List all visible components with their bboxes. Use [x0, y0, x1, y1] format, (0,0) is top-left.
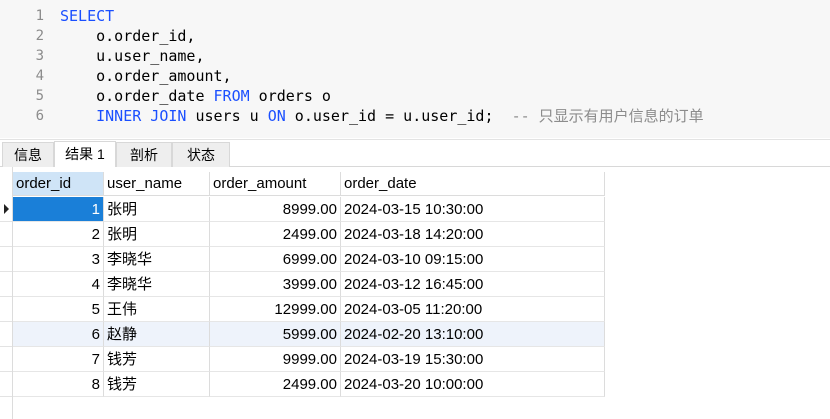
cell-order-id[interactable]: 1	[13, 197, 104, 222]
cell-order-amount[interactable]: 9999.00	[210, 347, 341, 372]
row-header[interactable]	[0, 322, 12, 347]
sql-keyword: SELECT	[60, 7, 115, 25]
code-line[interactable]: 5 o.order_date FROM orders o	[0, 86, 830, 106]
row-header[interactable]	[0, 247, 12, 272]
cell-order-amount[interactable]: 6999.00	[210, 247, 341, 272]
cell-user-name[interactable]: 张明	[104, 222, 210, 247]
cell-order-date[interactable]: 2024-02-20 13:10:00	[341, 322, 605, 347]
table-row[interactable]: 5 王伟 12999.00 2024-03-05 11:20:00	[13, 297, 605, 322]
current-row-pointer-icon	[4, 204, 9, 214]
sql-token: o.order_amount,	[60, 67, 232, 85]
cell-order-amount[interactable]: 2499.00	[210, 222, 341, 247]
line-number: 6	[35, 108, 44, 124]
cell-order-date[interactable]: 2024-03-15 10:30:00	[341, 197, 605, 222]
sql-keyword: INNER JOIN	[96, 107, 187, 125]
tab-0[interactable]: 信息	[2, 142, 54, 167]
cell-user-name[interactable]: 王伟	[104, 297, 210, 322]
cell-order-amount[interactable]: 3999.00	[210, 272, 341, 297]
sql-token: orders o	[249, 87, 331, 105]
cell-user-name[interactable]: 李晓华	[104, 247, 210, 272]
code-text: o.order_amount,	[60, 66, 232, 86]
column-header-order-id[interactable]: order_id	[13, 172, 104, 196]
sql-keyword: FROM	[213, 87, 250, 105]
cell-order-amount[interactable]: 8999.00	[210, 197, 341, 222]
cell-order-id[interactable]: 5	[13, 297, 104, 322]
column-header-order-date[interactable]: order_date	[341, 172, 605, 196]
code-text: o.order_id,	[60, 26, 195, 46]
cell-user-name[interactable]: 李晓华	[104, 272, 210, 297]
sql-token: o.user_id = u.user_id;	[285, 107, 512, 125]
table-row[interactable]: 1 张明 8999.00 2024-03-15 10:30:00	[13, 197, 605, 222]
sql-comment: -- 只显示有用户信息的订单	[511, 107, 704, 125]
code-text: SELECT	[60, 6, 114, 26]
cell-order-id[interactable]: 3	[13, 247, 104, 272]
cell-order-date[interactable]: 2024-03-05 11:20:00	[341, 297, 605, 322]
sql-token: o.order_date	[60, 87, 214, 105]
cell-order-date[interactable]: 2024-03-10 09:15:00	[341, 247, 605, 272]
line-number: 4	[35, 68, 44, 84]
table-row[interactable]: 8 钱芳 2499.00 2024-03-20 10:00:00	[13, 372, 605, 397]
table-row[interactable]: 4 李晓华 3999.00 2024-03-12 16:45:00	[13, 272, 605, 297]
cell-order-id[interactable]: 6	[13, 322, 104, 347]
result-tab-bar: 信息 结果 1 剖析 状态	[0, 139, 830, 168]
sql-token: o.order_id,	[60, 27, 196, 45]
code-line[interactable]: 2 o.order_id,	[0, 26, 830, 46]
code-line[interactable]: 3 u.user_name,	[0, 46, 830, 66]
code-text: o.order_date FROM orders o	[60, 86, 331, 106]
cell-order-amount[interactable]: 2499.00	[210, 372, 341, 397]
row-header[interactable]	[0, 272, 12, 297]
code-text: INNER JOIN users u ON o.user_id = u.user…	[60, 106, 704, 126]
sql-keyword: ON	[267, 107, 286, 125]
code-line[interactable]: 1 SELECT	[0, 6, 830, 26]
table-row[interactable]: 3 李晓华 6999.00 2024-03-10 09:15:00	[13, 247, 605, 272]
line-number: 3	[35, 48, 44, 64]
row-header[interactable]	[0, 297, 12, 322]
line-number: 1	[35, 8, 44, 24]
line-number: 2	[35, 28, 44, 44]
line-number: 5	[35, 88, 44, 104]
result-grid[interactable]: order_id user_name order_amount order_date 1…	[0, 167, 830, 419]
cell-order-date[interactable]: 2024-03-12 16:45:00	[341, 272, 605, 297]
cell-user-name[interactable]: 钱芳	[104, 372, 210, 397]
table-row[interactable]: 2 张明 2499.00 2024-03-18 14:20:00	[13, 222, 605, 247]
table-row[interactable]: 7 钱芳 9999.00 2024-03-19 15:30:00	[13, 347, 605, 372]
row-header-column	[0, 167, 13, 419]
cell-order-amount[interactable]: 5999.00	[210, 322, 341, 347]
sql-token: u.user_name,	[60, 47, 205, 65]
column-header-order-amount[interactable]: order_amount	[210, 172, 341, 196]
cell-order-amount[interactable]: 12999.00	[210, 297, 341, 322]
code-line[interactable]: 6 INNER JOIN users u ON o.user_id = u.us…	[0, 106, 830, 126]
code-line[interactable]: 4 o.order_amount,	[0, 66, 830, 86]
tab-1[interactable]: 结果 1	[54, 141, 116, 168]
cell-user-name[interactable]: 赵静	[104, 322, 210, 347]
table-row[interactable]: 6 赵静 5999.00 2024-02-20 13:10:00	[13, 322, 605, 347]
row-header[interactable]	[0, 372, 12, 397]
row-header[interactable]	[0, 222, 12, 247]
cell-order-date[interactable]: 2024-03-18 14:20:00	[341, 222, 605, 247]
cell-order-id[interactable]: 2	[13, 222, 104, 247]
cell-user-name[interactable]: 张明	[104, 197, 210, 222]
tab-3[interactable]: 状态	[172, 142, 230, 167]
row-header[interactable]	[0, 197, 12, 222]
tab-2[interactable]: 剖析	[116, 142, 172, 167]
sql-editor[interactable]: 1 SELECT 2 o.order_id, 3 u.user_name, 4 o.or…	[0, 0, 830, 138]
code-text: u.user_name,	[60, 46, 205, 66]
cell-order-id[interactable]: 8	[13, 372, 104, 397]
sql-token: users u	[186, 107, 268, 125]
cell-order-id[interactable]: 4	[13, 272, 104, 297]
cell-order-date[interactable]: 2024-03-19 15:30:00	[341, 347, 605, 372]
cell-order-date[interactable]: 2024-03-20 10:00:00	[341, 372, 605, 397]
cell-order-id[interactable]: 7	[13, 347, 104, 372]
cell-user-name[interactable]: 钱芳	[104, 347, 210, 372]
row-header[interactable]	[0, 347, 12, 372]
column-header-user-name[interactable]: user_name	[104, 172, 210, 196]
